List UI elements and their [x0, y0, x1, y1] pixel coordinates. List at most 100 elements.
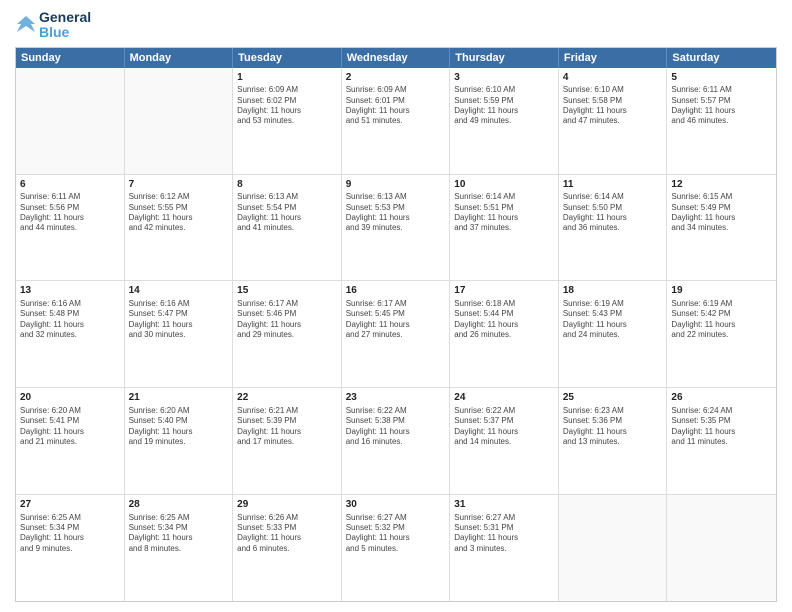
empty-cell: [16, 68, 125, 174]
day-cell-29: 29Sunrise: 6:26 AM Sunset: 5:33 PM Dayli…: [233, 495, 342, 601]
day-cell-2: 2Sunrise: 6:09 AM Sunset: 6:01 PM Daylig…: [342, 68, 451, 174]
cell-content: Sunrise: 6:14 AM Sunset: 5:50 PM Dayligh…: [563, 192, 663, 234]
day-cell-17: 17Sunrise: 6:18 AM Sunset: 5:44 PM Dayli…: [450, 281, 559, 387]
day-cell-15: 15Sunrise: 6:17 AM Sunset: 5:46 PM Dayli…: [233, 281, 342, 387]
cell-content: Sunrise: 6:27 AM Sunset: 5:32 PM Dayligh…: [346, 513, 446, 555]
logo: General Blue: [15, 10, 91, 41]
logo-blue: Blue: [39, 25, 91, 40]
day-number: 10: [454, 178, 554, 192]
cell-content: Sunrise: 6:11 AM Sunset: 5:57 PM Dayligh…: [671, 85, 772, 127]
calendar-header: SundayMondayTuesdayWednesdayThursdayFrid…: [16, 48, 776, 68]
day-number: 26: [671, 391, 772, 405]
day-number: 5: [671, 71, 772, 85]
calendar-row-1: 6Sunrise: 6:11 AM Sunset: 5:56 PM Daylig…: [16, 175, 776, 282]
logo-container: General Blue: [15, 10, 91, 41]
day-cell-31: 31Sunrise: 6:27 AM Sunset: 5:31 PM Dayli…: [450, 495, 559, 601]
empty-cell: [667, 495, 776, 601]
cell-content: Sunrise: 6:20 AM Sunset: 5:40 PM Dayligh…: [129, 406, 229, 448]
day-cell-6: 6Sunrise: 6:11 AM Sunset: 5:56 PM Daylig…: [16, 175, 125, 281]
day-cell-3: 3Sunrise: 6:10 AM Sunset: 5:59 PM Daylig…: [450, 68, 559, 174]
header-cell-tuesday: Tuesday: [233, 48, 342, 68]
cell-content: Sunrise: 6:18 AM Sunset: 5:44 PM Dayligh…: [454, 299, 554, 341]
page: General Blue SundayMondayTuesdayWednesda…: [0, 0, 792, 612]
calendar: SundayMondayTuesdayWednesdayThursdayFrid…: [15, 47, 777, 602]
cell-content: Sunrise: 6:21 AM Sunset: 5:39 PM Dayligh…: [237, 406, 337, 448]
day-number: 23: [346, 391, 446, 405]
day-number: 12: [671, 178, 772, 192]
cell-content: Sunrise: 6:13 AM Sunset: 5:53 PM Dayligh…: [346, 192, 446, 234]
day-number: 6: [20, 178, 120, 192]
day-cell-12: 12Sunrise: 6:15 AM Sunset: 5:49 PM Dayli…: [667, 175, 776, 281]
day-number: 17: [454, 284, 554, 298]
day-number: 9: [346, 178, 446, 192]
day-cell-5: 5Sunrise: 6:11 AM Sunset: 5:57 PM Daylig…: [667, 68, 776, 174]
header-cell-sunday: Sunday: [16, 48, 125, 68]
day-cell-16: 16Sunrise: 6:17 AM Sunset: 5:45 PM Dayli…: [342, 281, 451, 387]
header-cell-saturday: Saturday: [667, 48, 776, 68]
day-number: 31: [454, 498, 554, 512]
day-cell-27: 27Sunrise: 6:25 AM Sunset: 5:34 PM Dayli…: [16, 495, 125, 601]
day-number: 29: [237, 498, 337, 512]
logo-bird-icon: [15, 14, 37, 36]
day-number: 15: [237, 284, 337, 298]
calendar-row-0: 1Sunrise: 6:09 AM Sunset: 6:02 PM Daylig…: [16, 68, 776, 175]
calendar-row-3: 20Sunrise: 6:20 AM Sunset: 5:41 PM Dayli…: [16, 388, 776, 495]
day-number: 2: [346, 71, 446, 85]
header-cell-wednesday: Wednesday: [342, 48, 451, 68]
cell-content: Sunrise: 6:12 AM Sunset: 5:55 PM Dayligh…: [129, 192, 229, 234]
cell-content: Sunrise: 6:16 AM Sunset: 5:48 PM Dayligh…: [20, 299, 120, 341]
day-number: 18: [563, 284, 663, 298]
day-number: 13: [20, 284, 120, 298]
cell-content: Sunrise: 6:24 AM Sunset: 5:35 PM Dayligh…: [671, 406, 772, 448]
cell-content: Sunrise: 6:10 AM Sunset: 5:58 PM Dayligh…: [563, 85, 663, 127]
cell-content: Sunrise: 6:16 AM Sunset: 5:47 PM Dayligh…: [129, 299, 229, 341]
cell-content: Sunrise: 6:22 AM Sunset: 5:37 PM Dayligh…: [454, 406, 554, 448]
empty-cell: [559, 495, 668, 601]
day-number: 24: [454, 391, 554, 405]
day-cell-20: 20Sunrise: 6:20 AM Sunset: 5:41 PM Dayli…: [16, 388, 125, 494]
day-cell-26: 26Sunrise: 6:24 AM Sunset: 5:35 PM Dayli…: [667, 388, 776, 494]
day-number: 25: [563, 391, 663, 405]
cell-content: Sunrise: 6:20 AM Sunset: 5:41 PM Dayligh…: [20, 406, 120, 448]
day-cell-28: 28Sunrise: 6:25 AM Sunset: 5:34 PM Dayli…: [125, 495, 234, 601]
cell-content: Sunrise: 6:11 AM Sunset: 5:56 PM Dayligh…: [20, 192, 120, 234]
cell-content: Sunrise: 6:19 AM Sunset: 5:43 PM Dayligh…: [563, 299, 663, 341]
cell-content: Sunrise: 6:19 AM Sunset: 5:42 PM Dayligh…: [671, 299, 772, 341]
day-cell-9: 9Sunrise: 6:13 AM Sunset: 5:53 PM Daylig…: [342, 175, 451, 281]
cell-content: Sunrise: 6:14 AM Sunset: 5:51 PM Dayligh…: [454, 192, 554, 234]
day-number: 11: [563, 178, 663, 192]
day-number: 27: [20, 498, 120, 512]
day-cell-30: 30Sunrise: 6:27 AM Sunset: 5:32 PM Dayli…: [342, 495, 451, 601]
cell-content: Sunrise: 6:25 AM Sunset: 5:34 PM Dayligh…: [20, 513, 120, 555]
day-cell-22: 22Sunrise: 6:21 AM Sunset: 5:39 PM Dayli…: [233, 388, 342, 494]
day-cell-11: 11Sunrise: 6:14 AM Sunset: 5:50 PM Dayli…: [559, 175, 668, 281]
day-number: 30: [346, 498, 446, 512]
day-cell-25: 25Sunrise: 6:23 AM Sunset: 5:36 PM Dayli…: [559, 388, 668, 494]
empty-cell: [125, 68, 234, 174]
day-number: 8: [237, 178, 337, 192]
day-cell-8: 8Sunrise: 6:13 AM Sunset: 5:54 PM Daylig…: [233, 175, 342, 281]
day-number: 4: [563, 71, 663, 85]
cell-content: Sunrise: 6:09 AM Sunset: 6:01 PM Dayligh…: [346, 85, 446, 127]
day-number: 19: [671, 284, 772, 298]
cell-content: Sunrise: 6:22 AM Sunset: 5:38 PM Dayligh…: [346, 406, 446, 448]
cell-content: Sunrise: 6:23 AM Sunset: 5:36 PM Dayligh…: [563, 406, 663, 448]
cell-content: Sunrise: 6:13 AM Sunset: 5:54 PM Dayligh…: [237, 192, 337, 234]
day-number: 1: [237, 71, 337, 85]
cell-content: Sunrise: 6:25 AM Sunset: 5:34 PM Dayligh…: [129, 513, 229, 555]
cell-content: Sunrise: 6:17 AM Sunset: 5:46 PM Dayligh…: [237, 299, 337, 341]
day-cell-1: 1Sunrise: 6:09 AM Sunset: 6:02 PM Daylig…: [233, 68, 342, 174]
header-cell-friday: Friday: [559, 48, 668, 68]
day-number: 22: [237, 391, 337, 405]
cell-content: Sunrise: 6:15 AM Sunset: 5:49 PM Dayligh…: [671, 192, 772, 234]
calendar-row-4: 27Sunrise: 6:25 AM Sunset: 5:34 PM Dayli…: [16, 495, 776, 601]
day-cell-13: 13Sunrise: 6:16 AM Sunset: 5:48 PM Dayli…: [16, 281, 125, 387]
header-cell-thursday: Thursday: [450, 48, 559, 68]
day-cell-18: 18Sunrise: 6:19 AM Sunset: 5:43 PM Dayli…: [559, 281, 668, 387]
day-number: 7: [129, 178, 229, 192]
day-cell-10: 10Sunrise: 6:14 AM Sunset: 5:51 PM Dayli…: [450, 175, 559, 281]
day-cell-4: 4Sunrise: 6:10 AM Sunset: 5:58 PM Daylig…: [559, 68, 668, 174]
logo-general: General: [39, 10, 91, 25]
cell-content: Sunrise: 6:17 AM Sunset: 5:45 PM Dayligh…: [346, 299, 446, 341]
day-number: 16: [346, 284, 446, 298]
